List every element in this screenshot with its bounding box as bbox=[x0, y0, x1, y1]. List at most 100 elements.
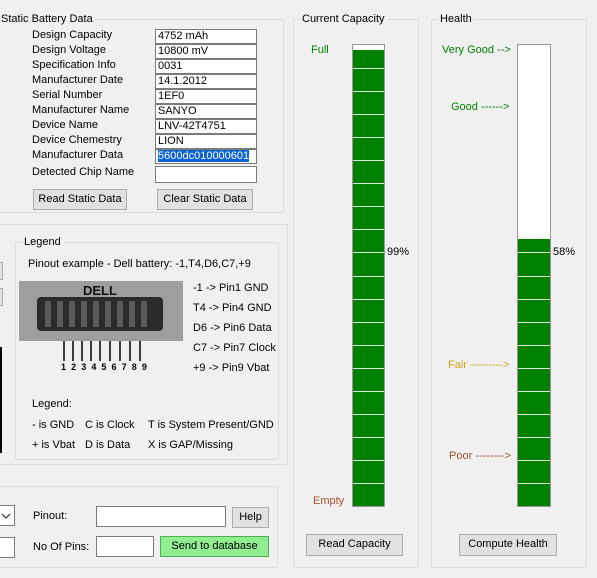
capacity-empty-label: Empty bbox=[313, 495, 345, 507]
bar-segment-line bbox=[353, 437, 384, 438]
static-row-value[interactable] bbox=[155, 166, 257, 183]
health-very-good-label: Very Good --> bbox=[442, 44, 511, 56]
read-static-data-button[interactable]: Read Static Data bbox=[33, 189, 127, 210]
health-good-label: Good ------> bbox=[451, 101, 510, 113]
static-row-value[interactable]: LNV-42T4751 bbox=[155, 119, 257, 134]
health-percent-label: 58% bbox=[553, 246, 576, 258]
pinout-input[interactable] bbox=[96, 506, 226, 527]
legend-label: Legend: bbox=[32, 398, 72, 410]
legend-key-vbat: + is Vbat bbox=[32, 439, 76, 451]
static-row-value[interactable]: 4752 mAh bbox=[155, 29, 257, 44]
bar-segment-line bbox=[518, 322, 550, 323]
bar-segment-line bbox=[518, 276, 550, 277]
legend-key-gap: X is GAP/Missing bbox=[148, 439, 233, 451]
read-capacity-button[interactable]: Read Capacity bbox=[306, 534, 403, 556]
help-button[interactable]: Help bbox=[232, 507, 269, 528]
left-input[interactable] bbox=[0, 537, 15, 558]
bar-segment-line bbox=[353, 322, 384, 323]
no-of-pins-label: No Of Pins: bbox=[33, 541, 90, 553]
bar-segment-line bbox=[353, 391, 384, 392]
compute-health-button[interactable]: Compute Health bbox=[459, 534, 557, 556]
pin-map-item: C7 -> Pin7 Clock bbox=[193, 342, 276, 354]
bar-segment-line bbox=[353, 460, 384, 461]
static-row-value[interactable]: 1EF0 bbox=[155, 89, 257, 104]
bar-segment-line bbox=[353, 345, 384, 346]
static-row-label: Detected Chip Name bbox=[32, 166, 135, 178]
pin-map-item: -1 -> Pin1 GND bbox=[193, 282, 269, 294]
bar-segment-line bbox=[353, 183, 384, 184]
bar-segment-line bbox=[518, 206, 550, 207]
static-row-value[interactable]: 5600dc010000601 bbox=[155, 149, 257, 164]
pin-map-item: +9 -> Pin9 Vbat bbox=[193, 362, 270, 374]
bar-segment-line bbox=[518, 437, 550, 438]
health-title: Health bbox=[438, 12, 474, 26]
capacity-full-label: Full bbox=[311, 44, 329, 56]
health-fair-label: Fair ---------> bbox=[448, 359, 510, 371]
static-row-value[interactable]: 10800 mV bbox=[155, 44, 257, 59]
bar-segment-line bbox=[353, 483, 384, 484]
bar-segment-line bbox=[518, 68, 550, 69]
static-battery-title: Static Battery Data bbox=[0, 12, 95, 26]
bar-segment-line bbox=[353, 299, 384, 300]
bar-segment-line bbox=[353, 114, 384, 115]
pin-map-item: T4 -> Pin4 GND bbox=[193, 302, 272, 314]
bar-segment-line bbox=[518, 160, 550, 161]
static-row-label: Manufacturer Data bbox=[32, 149, 124, 161]
static-row-value[interactable]: LION bbox=[155, 134, 257, 149]
static-row-value-text: 5600dc010000601 bbox=[158, 150, 250, 162]
left-edge-black-area bbox=[0, 347, 2, 453]
bar-segment-line bbox=[353, 91, 384, 92]
dell-logo-text: DELL bbox=[83, 283, 117, 298]
bar-segment-line bbox=[518, 460, 550, 461]
pin-map-item: D6 -> Pin6 Data bbox=[193, 322, 272, 334]
no-of-pins-input[interactable] bbox=[96, 536, 154, 557]
bar-segment-line bbox=[518, 137, 550, 138]
bar-segment-line bbox=[518, 229, 550, 230]
static-row-value-text: 1EF0 bbox=[158, 90, 185, 102]
bar-segment-line bbox=[518, 91, 550, 92]
bar-segment-line bbox=[353, 414, 384, 415]
static-row-value[interactable]: 0031 bbox=[155, 59, 257, 74]
legend-key-data: D is Data bbox=[85, 439, 131, 451]
static-row-label: Specification Info bbox=[32, 59, 116, 71]
send-to-database-button[interactable]: Send to database bbox=[160, 536, 269, 557]
health-poor-label: Poor --------> bbox=[449, 450, 512, 462]
dell-connector-image: DELL bbox=[19, 281, 183, 341]
static-row-label: Design Capacity bbox=[32, 29, 113, 41]
capacity-bar-segments bbox=[353, 45, 384, 506]
static-row-label: Serial Number bbox=[32, 89, 103, 101]
bar-segment-line bbox=[353, 137, 384, 138]
left-edge-control-1 bbox=[0, 262, 3, 280]
bar-segment-line bbox=[353, 276, 384, 277]
pin-leads bbox=[63, 341, 141, 361]
chevron-down-icon bbox=[1, 513, 11, 519]
static-row-label: Manufacturer Date bbox=[32, 74, 124, 86]
bar-segment-line bbox=[353, 229, 384, 230]
pinout-label: Pinout: bbox=[33, 510, 68, 522]
bar-segment-line bbox=[518, 299, 550, 300]
bar-segment-line bbox=[353, 206, 384, 207]
legend-key-gnd: - is GND bbox=[32, 419, 75, 431]
health-bar bbox=[517, 44, 551, 507]
legend-title: Legend bbox=[22, 235, 63, 249]
bar-segment-line bbox=[518, 345, 550, 346]
clear-static-data-button[interactable]: Clear Static Data bbox=[157, 189, 253, 210]
pin-numbers: 1 2 3 4 5 6 7 8 9 bbox=[61, 362, 149, 372]
bar-segment-line bbox=[518, 391, 550, 392]
static-row-value-text: LNV-42T4751 bbox=[158, 120, 226, 132]
pinout-example-text: Pinout example - Dell battery: -1,T4,D6,… bbox=[28, 258, 251, 270]
health-bar-segments bbox=[518, 45, 550, 506]
static-row-value-text: LION bbox=[158, 135, 184, 147]
bar-segment-line bbox=[518, 414, 550, 415]
static-row-value-text: 14.1.2012 bbox=[158, 75, 207, 87]
bar-segment-line bbox=[353, 368, 384, 369]
bar-segment-line bbox=[353, 252, 384, 253]
left-dropdown[interactable] bbox=[0, 505, 15, 526]
static-row-value[interactable]: SANYO bbox=[155, 104, 257, 119]
static-row-label: Device Chemestry bbox=[32, 134, 122, 146]
static-row-value-text: 4752 mAh bbox=[158, 30, 209, 42]
left-edge-control-2 bbox=[0, 288, 3, 306]
static-row-value[interactable]: 14.1.2012 bbox=[155, 74, 257, 89]
bar-segment-line bbox=[518, 252, 550, 253]
legend-key-system-present: T is System Present/GND bbox=[148, 419, 274, 431]
